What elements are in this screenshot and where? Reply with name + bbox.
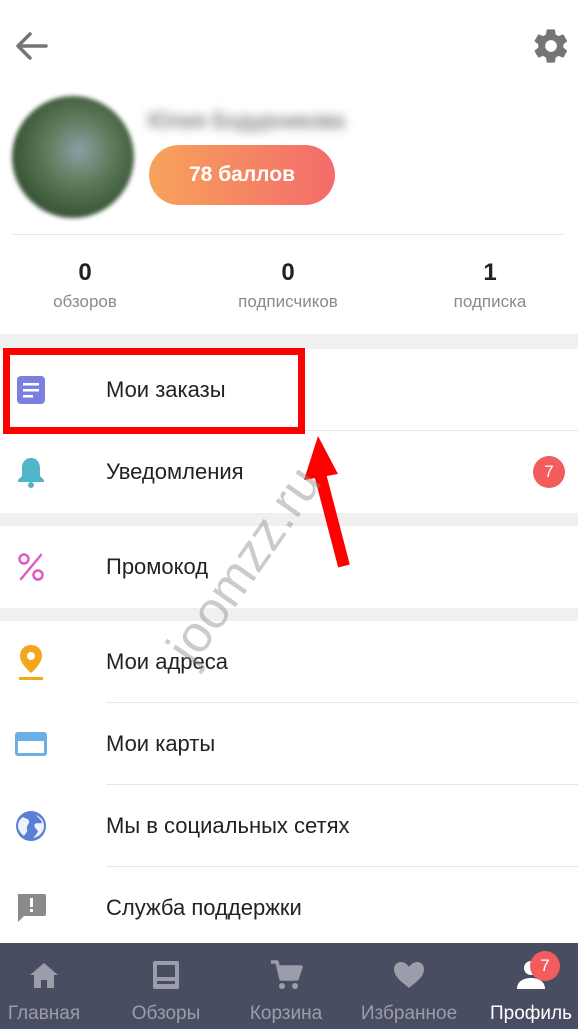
avatar[interactable] — [12, 96, 134, 218]
menu-item-social-label: Мы в социальных сетях — [106, 813, 350, 838]
menu-item-addresses[interactable]: Мои адреса — [0, 621, 578, 703]
location-pin-icon — [12, 643, 50, 681]
nav-reviews[interactable]: Обзоры — [118, 943, 214, 1029]
notifications-badge: 7 — [533, 456, 565, 488]
stat-reviews-label: обзоров — [53, 292, 117, 311]
section-gap — [0, 334, 578, 349]
nav-home-label: Главная — [7, 1003, 81, 1024]
stat-reviews-value: 0 — [78, 259, 92, 286]
stat-subscriptions-label: подписка — [453, 292, 527, 311]
nav-profile-label: Профиль — [489, 1003, 573, 1024]
menu-item-cards-label: Мои карты — [106, 731, 216, 756]
nav-cart[interactable]: Корзина — [236, 943, 336, 1029]
percent-icon — [12, 548, 50, 586]
divider — [12, 234, 564, 235]
stat-subscriptions[interactable]: 1 подписка — [390, 248, 578, 312]
stats-row: 0 обзоров 0 подписчиков 1 подписка — [0, 248, 578, 334]
back-button[interactable] — [12, 28, 52, 64]
stat-followers-label: подписчиков — [238, 292, 338, 311]
stat-subscriptions-value: 1 — [483, 259, 497, 286]
globe-icon — [12, 807, 50, 845]
nav-home[interactable]: Главная — [0, 943, 88, 1029]
stat-followers[interactable]: 0 подписчиков — [188, 248, 388, 312]
gear-icon — [534, 29, 568, 63]
nav-reviews-label: Обзоры — [131, 1003, 201, 1024]
profile-header: Юлия Бодурникова 78 баллов — [0, 90, 578, 235]
menu-item-social[interactable]: Мы в социальных сетях — [0, 785, 578, 867]
reviews-icon — [148, 957, 184, 993]
bell-icon — [12, 453, 50, 491]
feedback-icon — [12, 889, 50, 927]
menu-item-cards[interactable]: Мои карты — [0, 703, 578, 785]
highlight-frame — [3, 348, 305, 434]
credit-card-icon — [12, 725, 50, 763]
nav-favorites-label: Избранное — [360, 1003, 458, 1024]
arrow-left-icon — [16, 32, 48, 60]
stat-followers-value: 0 — [281, 259, 295, 286]
bottom-navigation: Главная Обзоры Корзина Избранное Профиль — [0, 943, 578, 1029]
top-bar — [0, 0, 578, 90]
cart-icon — [268, 957, 304, 993]
stat-reviews[interactable]: 0 обзоров — [0, 248, 185, 312]
menu-item-support-label: Служба поддержки — [106, 895, 302, 920]
home-icon — [26, 957, 62, 993]
nav-cart-label: Корзина — [249, 1003, 323, 1024]
nav-favorites[interactable]: Избранное — [352, 943, 466, 1029]
profile-badge: 7 — [530, 951, 560, 981]
user-name: Юлия Бодурникова — [148, 108, 345, 133]
points-button[interactable]: 78 баллов — [149, 145, 335, 205]
nav-profile[interactable]: Профиль — [484, 943, 578, 1029]
menu-item-notifications-label: Уведомления — [106, 459, 244, 484]
settings-button[interactable] — [530, 26, 572, 66]
menu-item-support[interactable]: Служба поддержки — [0, 867, 578, 949]
section-gap — [0, 608, 578, 621]
heart-icon — [391, 957, 427, 993]
